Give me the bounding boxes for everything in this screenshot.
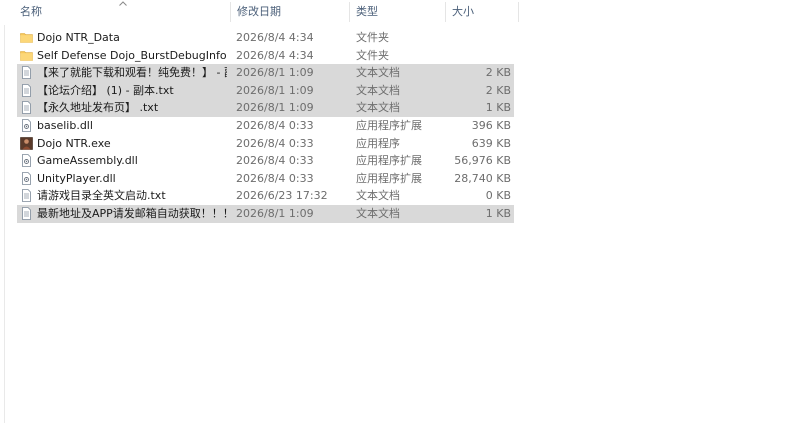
file-row[interactable]: 最新地址及APP请发邮箱自动获取！！！... 2026/8/1 1:09 文本文… [0,204,800,223]
file-modified-date: 2026/8/4 0:33 [236,136,314,150]
file-type: 文件夹 [356,48,389,62]
file-size: 1 KB [485,206,511,220]
file-row[interactable]: 【论坛介绍】 (1) - 副本.txt 2026/8/1 1:09 文本文档 2… [0,81,800,100]
file-type: 应用程序 [356,136,400,150]
file-list: Dojo NTR_Data 2026/8/4 4:34 文件夹 Self Def… [0,29,800,223]
file-name: GameAssembly.dll [37,154,138,168]
dll-file-icon [20,171,33,185]
file-name: 最新地址及APP请发邮箱自动获取！！！... [37,206,227,220]
file-row[interactable]: Dojo NTR_Data 2026/8/4 4:34 文件夹 [0,29,800,47]
file-modified-date: 2026/8/4 4:34 [236,48,314,62]
file-name: Self Defense Dojo_BurstDebugInform... [37,48,227,62]
file-modified-date: 2026/8/4 4:34 [236,31,314,44]
file-type: 应用程序扩展 [356,171,422,185]
file-name: Dojo NTR.exe [37,136,111,150]
file-size: 396 KB [471,118,511,132]
file-name: 【永久地址发布页】 .txt [37,101,159,115]
dll-file-icon [20,154,33,168]
file-type: 文本文档 [356,206,400,220]
text-file-icon [20,83,33,97]
file-type: 文件夹 [356,31,389,44]
file-name: Dojo NTR_Data [37,31,120,44]
file-type: 文本文档 [356,66,400,80]
text-file-icon [20,101,33,115]
file-row[interactable]: 【来了就能下载和观看！纯免费！】 - 副... 2026/8/1 1:09 文本… [0,64,800,82]
file-modified-date: 2026/8/4 0:33 [236,118,314,132]
column-header-bar: 名称 修改日期 类型 大小 [0,0,800,24]
file-type: 文本文档 [356,83,400,97]
file-row[interactable]: 请游戏目录全英文启动.txt 2026/6/23 17:32 文本文档 0 KB [0,187,800,205]
file-size [452,47,511,65]
exe-app-icon [20,136,33,150]
file-size [452,29,511,47]
sort-ascending-icon [119,1,127,6]
file-name: 请游戏目录全英文启动.txt [37,189,166,203]
file-modified-date: 2026/8/1 1:09 [236,83,314,97]
file-name: baselib.dll [37,118,93,132]
column-header-modified-label: 修改日期 [237,5,281,18]
file-row[interactable]: baselib.dll 2026/8/4 0:33 应用程序扩展 396 KB [0,117,800,135]
column-header-size-label: 大小 [452,5,474,18]
file-explorer-pane: 名称 修改日期 类型 大小 Dojo NTR_Data 2026/8/4 4:3… [0,0,800,425]
file-row[interactable]: UnityPlayer.dll 2026/8/4 0:33 应用程序扩展 28,… [0,170,800,188]
file-modified-date: 2026/8/1 1:09 [236,66,314,80]
column-divider[interactable] [518,2,519,22]
file-modified-date: 2026/8/1 1:09 [236,101,314,115]
file-size: 28,740 KB [454,171,511,185]
folder-icon [20,31,33,44]
file-type: 文本文档 [356,189,400,203]
folder-icon [20,49,33,62]
file-row[interactable]: GameAssembly.dll 2026/8/4 0:33 应用程序扩展 56… [0,152,800,170]
column-header-name-label: 名称 [20,5,42,18]
text-file-icon [20,66,33,80]
file-modified-date: 2026/8/4 0:33 [236,171,314,185]
file-size: 639 KB [471,136,511,150]
file-name: UnityPlayer.dll [37,171,116,185]
text-file-icon [20,207,33,220]
file-row[interactable]: Dojo NTR.exe 2026/8/4 0:33 应用程序 639 KB [0,135,800,153]
file-size: 1 KB [485,101,511,115]
file-row[interactable]: 【永久地址发布页】 .txt 2026/8/1 1:09 文本文档 1 KB [0,99,800,117]
column-header-type-label: 类型 [356,5,378,18]
file-type: 应用程序扩展 [356,118,422,132]
file-size: 2 KB [485,83,511,97]
file-size: 0 KB [485,189,511,203]
file-size: 56,976 KB [454,154,511,168]
file-row[interactable]: Self Defense Dojo_BurstDebugInform... 20… [0,47,800,65]
file-name: 【论坛介绍】 (1) - 副本.txt [37,83,174,97]
file-modified-date: 2026/8/1 1:09 [236,206,314,220]
file-modified-date: 2026/8/4 0:33 [236,154,314,168]
file-size: 2 KB [485,66,511,80]
column-header-size[interactable]: 大小 [446,0,518,24]
column-header-type[interactable]: 类型 [350,0,445,24]
file-type: 应用程序扩展 [356,154,422,168]
file-name: 【来了就能下载和观看！纯免费！】 - 副... [37,66,227,80]
file-modified-date: 2026/6/23 17:32 [236,189,328,203]
column-header-modified[interactable]: 修改日期 [231,0,349,24]
text-file-icon [20,189,33,203]
file-type: 文本文档 [356,101,400,115]
dll-file-icon [20,119,33,132]
